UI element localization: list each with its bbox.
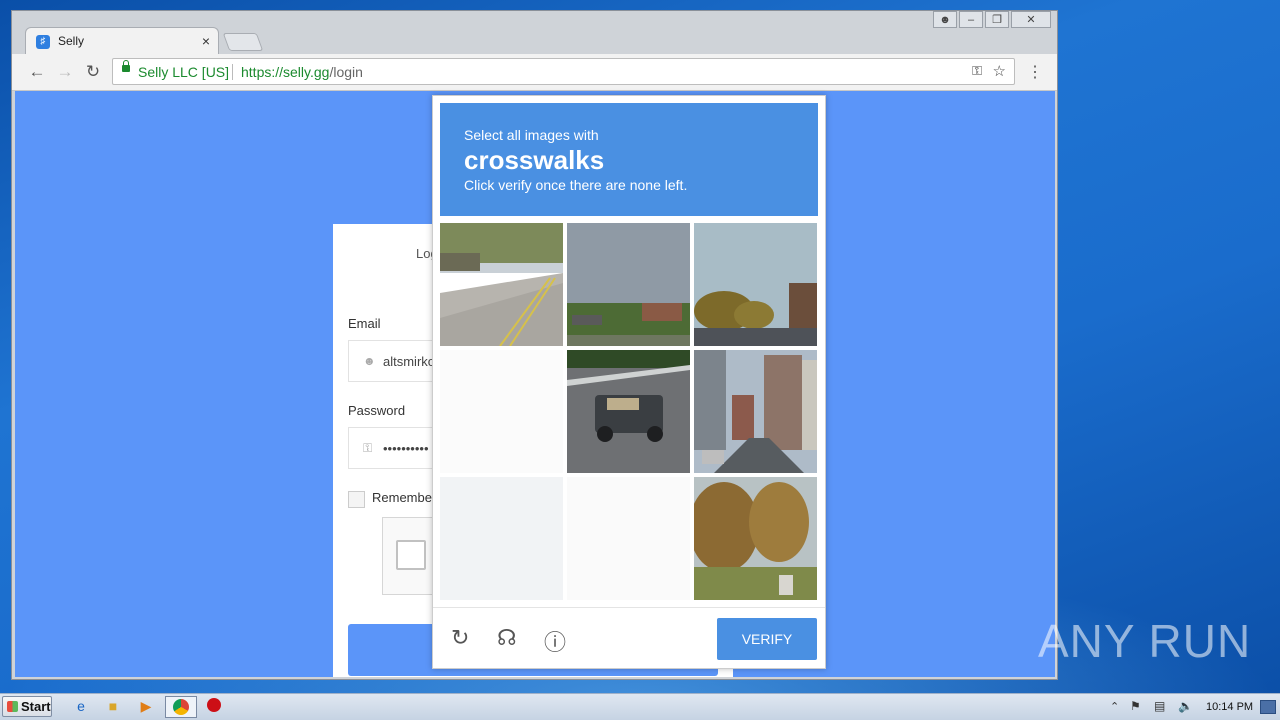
browser-tab[interactable]: ♯ Selly × [25, 27, 219, 55]
user-icon[interactable]: ☻ [933, 11, 957, 28]
trees-parking-image [694, 223, 817, 346]
browser-toolbar: ← → ↻ Selly LLC [US] https://selly.gg/lo… [12, 54, 1057, 91]
info-icon[interactable]: ⓘ [544, 625, 566, 657]
pickup-truck-image [567, 350, 690, 473]
security-label: Selly LLC [US] [138, 64, 230, 80]
field-buildings-image [567, 223, 690, 346]
captcha-tile-4[interactable] [440, 350, 563, 473]
window-controls: ☻ – ❐ ✕ [933, 11, 1051, 28]
road-intersection-image [440, 223, 563, 346]
clock: 10:14 PM [1206, 701, 1254, 713]
captcha-tile-3[interactable] [694, 223, 817, 346]
close-window-button[interactable]: ✕ [1011, 11, 1051, 28]
email-label: Email [348, 316, 381, 331]
captcha-image-grid [440, 223, 818, 601]
captcha-tile-2[interactable] [567, 223, 690, 346]
key-icon[interactable]: ⚿ [972, 63, 982, 79]
volume-icon[interactable]: 🔈 [1178, 699, 1193, 713]
lock-icon: ⚿ [363, 441, 373, 455]
remember-label: Remember [372, 490, 437, 505]
new-tab-button[interactable] [222, 33, 264, 51]
network-icon[interactable]: ▤ [1154, 699, 1165, 713]
reload-icon[interactable]: ↻ [83, 62, 103, 82]
captcha-header: Select all images with crosswalks Click … [440, 103, 818, 216]
back-icon[interactable]: ← [27, 62, 47, 82]
flag-icon[interactable]: ⚑ [1130, 699, 1141, 713]
tray-expand-icon[interactable]: ⌃ [1110, 700, 1119, 713]
captcha-footer: ↻ ☊ ⓘ VERIFY [433, 607, 825, 669]
taskbar: Start e ■ ▶ ⌃ ⚑ ▤ 🔈 10:14 PM [0, 693, 1280, 720]
city-street-image [694, 350, 817, 473]
headphones-icon[interactable]: ☊ [497, 625, 517, 651]
captcha-prompt-line1: Select all images with [464, 127, 599, 143]
lock-icon [122, 60, 130, 72]
reload-icon[interactable]: ↻ [451, 625, 469, 651]
recaptcha-checkbox[interactable] [396, 540, 426, 570]
menu-dots-icon[interactable]: ⋮ [1027, 62, 1043, 82]
opera-icon[interactable] [205, 698, 223, 715]
tab-title: Selly [58, 34, 85, 48]
captcha-tile-9[interactable] [694, 477, 817, 600]
captcha-tile-5[interactable] [567, 350, 690, 473]
chrome-icon [173, 699, 189, 715]
park-trees-image [694, 477, 817, 600]
password-label: Password [348, 403, 406, 418]
captcha-tile-8[interactable] [567, 477, 690, 600]
captcha-tile-1[interactable] [440, 223, 563, 346]
start-button[interactable]: Start [2, 696, 52, 717]
minimize-button[interactable]: – [959, 11, 983, 28]
user-icon: ☻ [363, 354, 376, 368]
captcha-tile-6[interactable] [694, 350, 817, 473]
address-bar[interactable]: Selly LLC [US] https://selly.gg/login ⚿ … [112, 58, 1015, 85]
password-value: •••••••••• [383, 441, 429, 456]
show-desktop-icon[interactable] [1260, 700, 1276, 714]
url-path: /login [329, 64, 363, 80]
forward-icon[interactable]: → [55, 62, 75, 82]
captcha-target: crosswalks [464, 145, 605, 175]
url-host: https://selly.gg [241, 64, 330, 80]
chrome-taskbar-button[interactable] [165, 696, 197, 718]
star-icon[interactable]: ☆ [993, 62, 1006, 80]
url-text: https://selly.gg/login [241, 64, 363, 80]
verify-button[interactable]: VERIFY [717, 618, 817, 660]
internet-explorer-icon[interactable]: e [72, 698, 90, 715]
remember-checkbox[interactable] [348, 491, 365, 508]
folder-icon[interactable]: ■ [104, 698, 122, 715]
media-player-icon[interactable]: ▶ [137, 698, 155, 715]
captcha-dialog: Select all images with crosswalks Click … [432, 95, 826, 669]
omnibox-divider [232, 64, 233, 80]
anyrun-watermark: ANY RUN [1038, 615, 1252, 667]
captcha-tile-7[interactable] [440, 477, 563, 600]
tab-close-icon[interactable]: × [202, 33, 210, 49]
email-value: altsmirko [383, 354, 436, 369]
restore-button[interactable]: ❐ [985, 11, 1009, 28]
captcha-instruction: Click verify once there are none left. [464, 177, 688, 193]
selly-favicon-icon: ♯ [36, 35, 50, 49]
